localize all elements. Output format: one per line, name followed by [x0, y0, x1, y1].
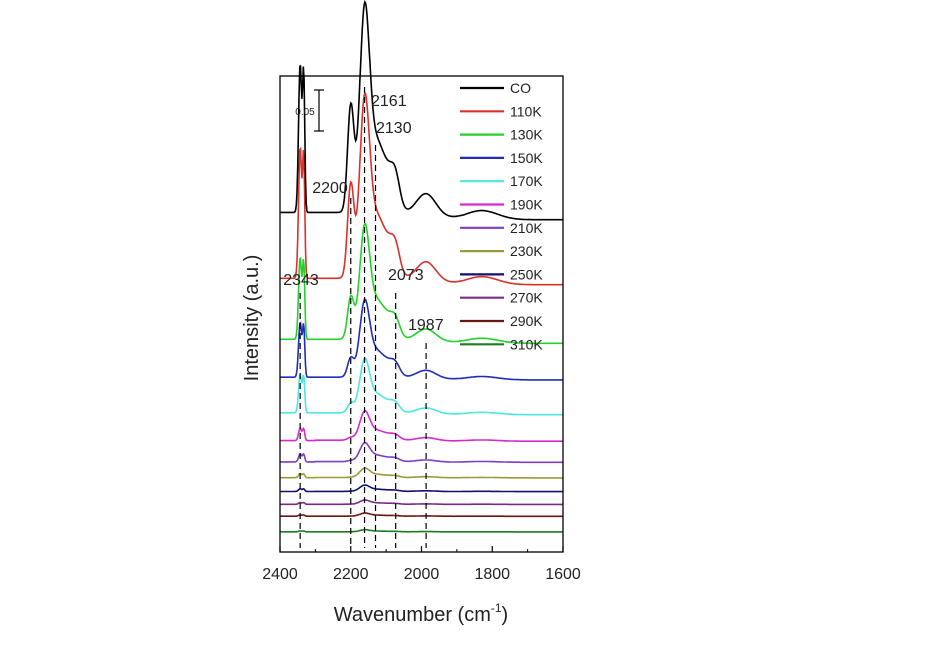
- legend-label-110k: 110K: [510, 103, 542, 119]
- series-line-230k: [280, 467, 563, 479]
- peak-label-2073: 2073: [388, 267, 424, 284]
- peak-annotations: 2343 2200 2161 2130 2073 1987 0.05: [283, 87, 444, 548]
- peak-label-2200: 2200: [312, 180, 348, 197]
- legend-label-170k: 170K: [510, 173, 543, 189]
- x-tick-label: 2400: [262, 566, 298, 583]
- peak-label-1987: 1987: [408, 317, 444, 334]
- chart-figure: 2343 2200 2161 2130 2073 1987 0.05 2400 2200 200…: [241, 0, 581, 626]
- legend-label-190k: 190K: [510, 197, 543, 213]
- series-line-290k: [280, 512, 563, 518]
- x-tick-label: 1600: [545, 566, 581, 583]
- legend-label-150k: 150K: [510, 150, 543, 166]
- scale-bar-label: 0.05: [295, 107, 315, 118]
- y-axis-title: Intensity (a.u.): [241, 255, 263, 382]
- peak-label-2130: 2130: [376, 120, 412, 137]
- x-tick-label: 1800: [474, 566, 510, 583]
- legend-label-210k: 210K: [510, 220, 543, 236]
- x-tick-label: 2000: [404, 566, 440, 583]
- legend-label-270k: 270K: [510, 290, 543, 306]
- series-line-170k: [280, 357, 563, 416]
- series-line-210k: [280, 441, 563, 464]
- legend-label-310k: 310K: [510, 336, 543, 352]
- legend-label-130k: 130K: [510, 127, 543, 143]
- legend-label-290k: 290K: [510, 313, 543, 329]
- legend-label-co: CO: [510, 80, 531, 96]
- legend-label-250k: 250K: [510, 266, 543, 282]
- x-tick-label: 2200: [333, 566, 369, 583]
- legend-label-230k: 230K: [510, 243, 543, 259]
- series-line-270k: [280, 499, 563, 506]
- series-line-310k: [280, 528, 563, 533]
- series-line-250k: [280, 484, 563, 493]
- x-axis-title: Wavenumber (cm-1): [334, 601, 508, 626]
- peak-label-2161: 2161: [371, 93, 407, 110]
- peak-label-2343: 2343: [283, 272, 319, 289]
